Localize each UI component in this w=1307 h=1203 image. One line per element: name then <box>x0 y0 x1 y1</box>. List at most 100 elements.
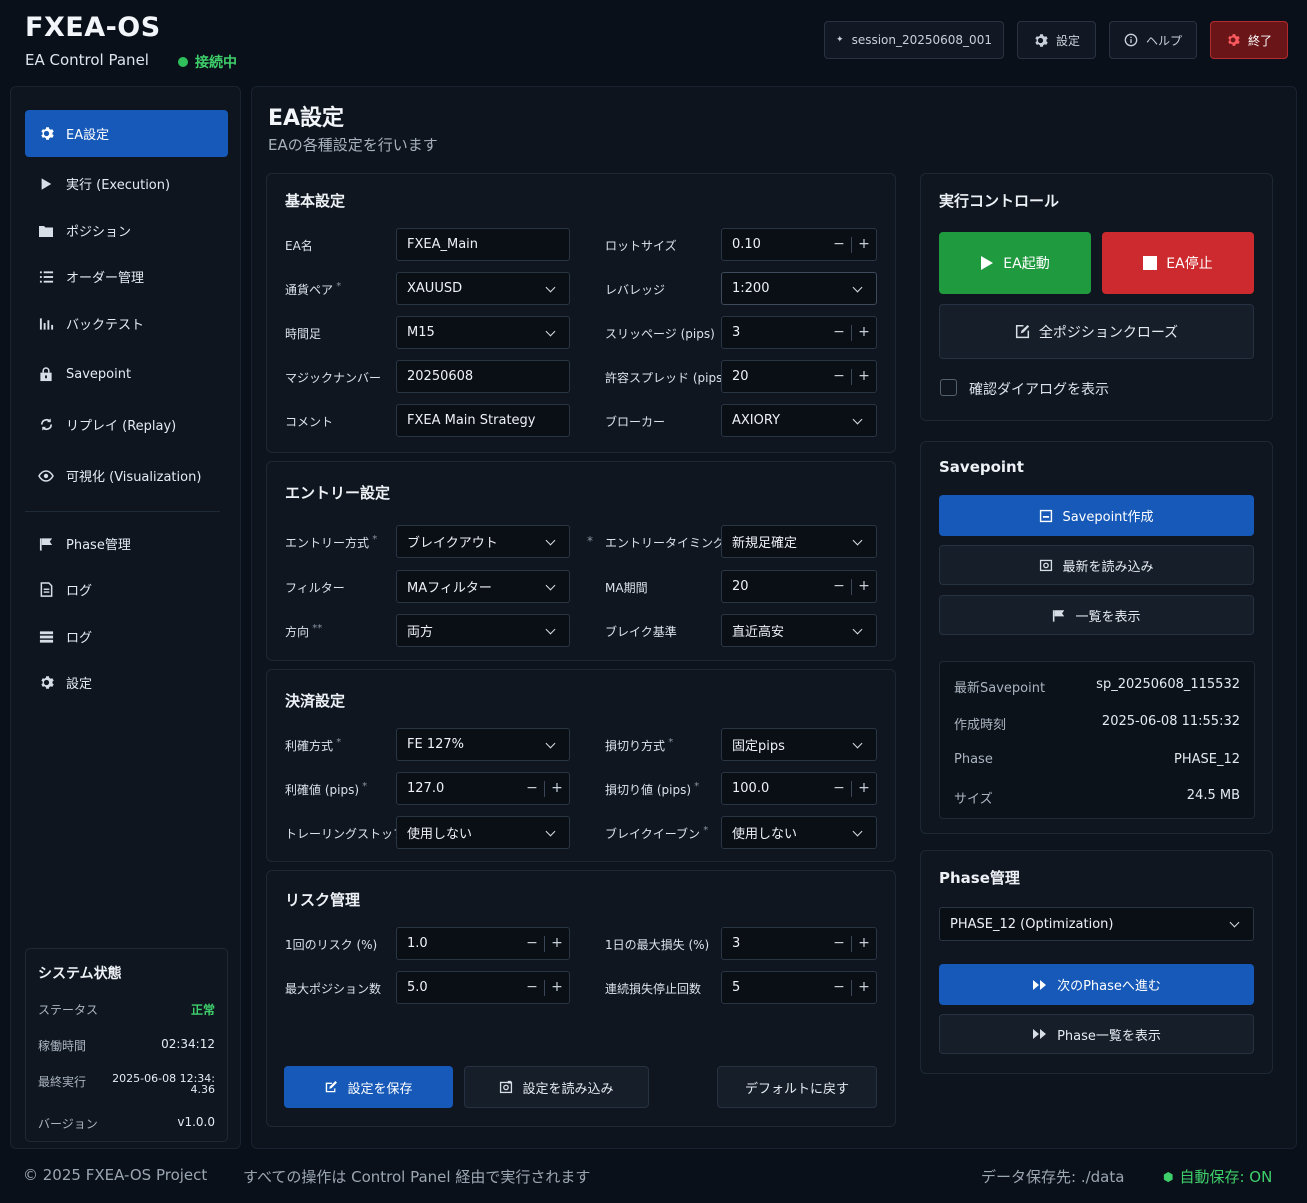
sl-value-label: 損切り値 (pips) * <box>605 781 700 797</box>
plus-icon[interactable]: + <box>852 229 876 260</box>
minus-icon[interactable]: − <box>827 317 851 348</box>
sidebar-item-log[interactable]: ログ <box>25 566 228 613</box>
fast-forward-icon <box>1033 1029 1047 1039</box>
leverage-select[interactable]: 1:200 <box>721 272 877 305</box>
next-phase-button[interactable]: 次のPhaseへ進む <box>939 964 1254 1005</box>
phase-select[interactable]: PHASE_12 (Optimization) <box>939 907 1254 941</box>
filter-select[interactable]: MAフィルター <box>396 570 570 603</box>
plus-icon[interactable]: + <box>852 972 876 1003</box>
spread-stepper[interactable]: 20 − + <box>721 360 877 393</box>
plus-icon[interactable]: + <box>852 928 876 959</box>
latest-savepoint-value: sp_20250608_115532 <box>1096 677 1240 692</box>
plus-icon[interactable]: + <box>852 317 876 348</box>
entry-settings-title: エントリー設定 <box>285 484 391 502</box>
ea-name-input[interactable]: FXEA_Main <box>396 228 570 261</box>
max-positions-stepper[interactable]: 5.0 − + <box>396 971 570 1004</box>
ma-label: MA期間 <box>605 581 648 595</box>
magic-input[interactable]: 20250608 <box>396 360 570 393</box>
power-gear-icon <box>1228 34 1240 46</box>
plus-icon[interactable]: + <box>852 773 876 804</box>
ea-start-button[interactable]: EA起動 <box>939 232 1091 294</box>
minus-icon[interactable]: − <box>827 972 851 1003</box>
timeframe-select[interactable]: M15 <box>396 316 570 349</box>
latest-savepoint-row: 最新Savepoint sp_20250608_115532 <box>954 677 1240 696</box>
savepoint-title: Savepoint <box>939 458 1024 476</box>
create-savepoint-button[interactable]: Savepoint作成 <box>939 495 1254 536</box>
flag-icon <box>1053 609 1065 622</box>
plus-icon[interactable]: + <box>545 928 569 959</box>
slippage-stepper[interactable]: 3 − + <box>721 316 877 349</box>
pair-select[interactable]: XAUUSD <box>396 272 570 305</box>
sidebar-item-savepoint[interactable]: Savepoint <box>25 351 228 398</box>
minus-icon[interactable]: − <box>520 928 544 959</box>
sidebar-item-ea-settings[interactable]: EA設定 <box>25 110 228 157</box>
consecutive-loss-stepper[interactable]: 5 − + <box>721 971 877 1004</box>
minus-icon[interactable]: − <box>827 928 851 959</box>
plus-icon[interactable]: + <box>852 361 876 392</box>
timing-select[interactable]: 新規足確定 <box>721 525 877 558</box>
footer-autosave: ⬢ 自動保存: ON <box>1163 1166 1272 1187</box>
plus-icon[interactable]: + <box>545 773 569 804</box>
leverage-label: レバレッジ <box>605 283 666 297</box>
entry-method-select[interactable]: ブレイクアウト <box>396 525 570 558</box>
magic-label: マジックナンバー <box>285 371 382 385</box>
comment-input[interactable]: FXEA Main Strategy <box>396 404 570 437</box>
risk-per-trade-stepper[interactable]: 1.0 − + <box>396 927 570 960</box>
lot-stepper[interactable]: 0.10 − + <box>721 228 877 261</box>
sidebar-item-execution[interactable]: 実行 (Execution) <box>25 160 228 207</box>
confirm-dialog-checkbox[interactable] <box>940 379 957 396</box>
minus-icon[interactable]: − <box>827 773 851 804</box>
timeframe-label: 時間足 <box>285 327 322 341</box>
daily-loss-stepper[interactable]: 3 − + <box>721 927 877 960</box>
minus-icon[interactable]: − <box>520 773 544 804</box>
session-badge[interactable]: ✦ session_20250608_001 <box>824 21 1004 59</box>
phase-list-button[interactable]: Phase一覧を表示 <box>939 1014 1254 1054</box>
load-latest-label: 最新を読み込み <box>1062 559 1154 575</box>
reset-default-button[interactable]: デフォルトに戻す <box>717 1066 877 1108</box>
sl-value-stepper[interactable]: 100.0 − + <box>721 772 877 805</box>
load-settings-button[interactable]: 設定を読み込み <box>464 1066 649 1108</box>
direction-select[interactable]: 両方 <box>396 614 570 647</box>
breakeven-select[interactable]: 使用しない <box>721 816 877 849</box>
plus-icon[interactable]: + <box>545 972 569 1003</box>
sidebar-item-orders[interactable]: オーダー管理 <box>25 253 228 300</box>
close-all-positions-button[interactable]: 全ポジションクローズ <box>939 304 1254 359</box>
plus-icon[interactable]: + <box>852 571 876 602</box>
direction-value: 両方 <box>407 625 434 640</box>
ma-stepper[interactable]: 20 − + <box>721 570 877 603</box>
sidebar-item-backtest[interactable]: バックテスト <box>25 300 228 347</box>
sl-method-label-text: 損切り方式 <box>605 739 666 753</box>
ea-stop-button[interactable]: EA停止 <box>1102 232 1254 294</box>
tp-value: 127.0 <box>407 781 445 796</box>
minus-icon[interactable]: − <box>827 571 851 602</box>
broker-select[interactable]: AXIORY <box>721 404 877 437</box>
sidebar-item-log-2[interactable]: ログ <box>25 613 228 660</box>
sidebar-item-visualization[interactable]: 可視化 (Visualization) <box>25 452 228 499</box>
tp-method-select[interactable]: FE 127% <box>396 728 570 761</box>
sidebar-item-positions[interactable]: ポジション <box>25 207 228 254</box>
settings-button[interactable]: 設定 <box>1017 21 1096 59</box>
minus-icon[interactable]: − <box>827 361 851 392</box>
load-latest-button[interactable]: 最新を読み込み <box>939 545 1254 585</box>
folder-icon <box>39 225 53 237</box>
sidebar-item-replay[interactable]: リプレイ (Replay) <box>25 401 228 448</box>
lot-label: ロットサイズ <box>605 239 677 253</box>
load-icon <box>500 1080 513 1094</box>
phase-row: Phase PHASE_12 <box>954 752 1240 767</box>
save-settings-button[interactable]: 設定を保存 <box>284 1066 453 1108</box>
last-run-row: 最終実行 2025-06-08 12:34: 4.36 <box>38 1073 215 1095</box>
sidebar-item-settings[interactable]: 設定 <box>25 659 228 706</box>
sidebar-item-phase[interactable]: Phase管理 <box>25 520 228 567</box>
tp-value-stepper[interactable]: 127.0 − + <box>396 772 570 805</box>
break-select[interactable]: 直近高安 <box>721 614 877 647</box>
minus-icon[interactable]: − <box>827 229 851 260</box>
minus-icon[interactable]: − <box>520 972 544 1003</box>
required-mark: * <box>587 534 593 548</box>
timing-value: 新規足確定 <box>732 536 798 551</box>
load-icon <box>1040 559 1053 572</box>
savepoint-list-button[interactable]: 一覧を表示 <box>939 595 1254 635</box>
trailing-select[interactable]: 使用しない <box>396 816 570 849</box>
exit-button[interactable]: 終了 <box>1210 21 1288 59</box>
help-button[interactable]: ヘルプ <box>1109 21 1197 59</box>
sl-method-select[interactable]: 固定pips <box>721 728 877 761</box>
